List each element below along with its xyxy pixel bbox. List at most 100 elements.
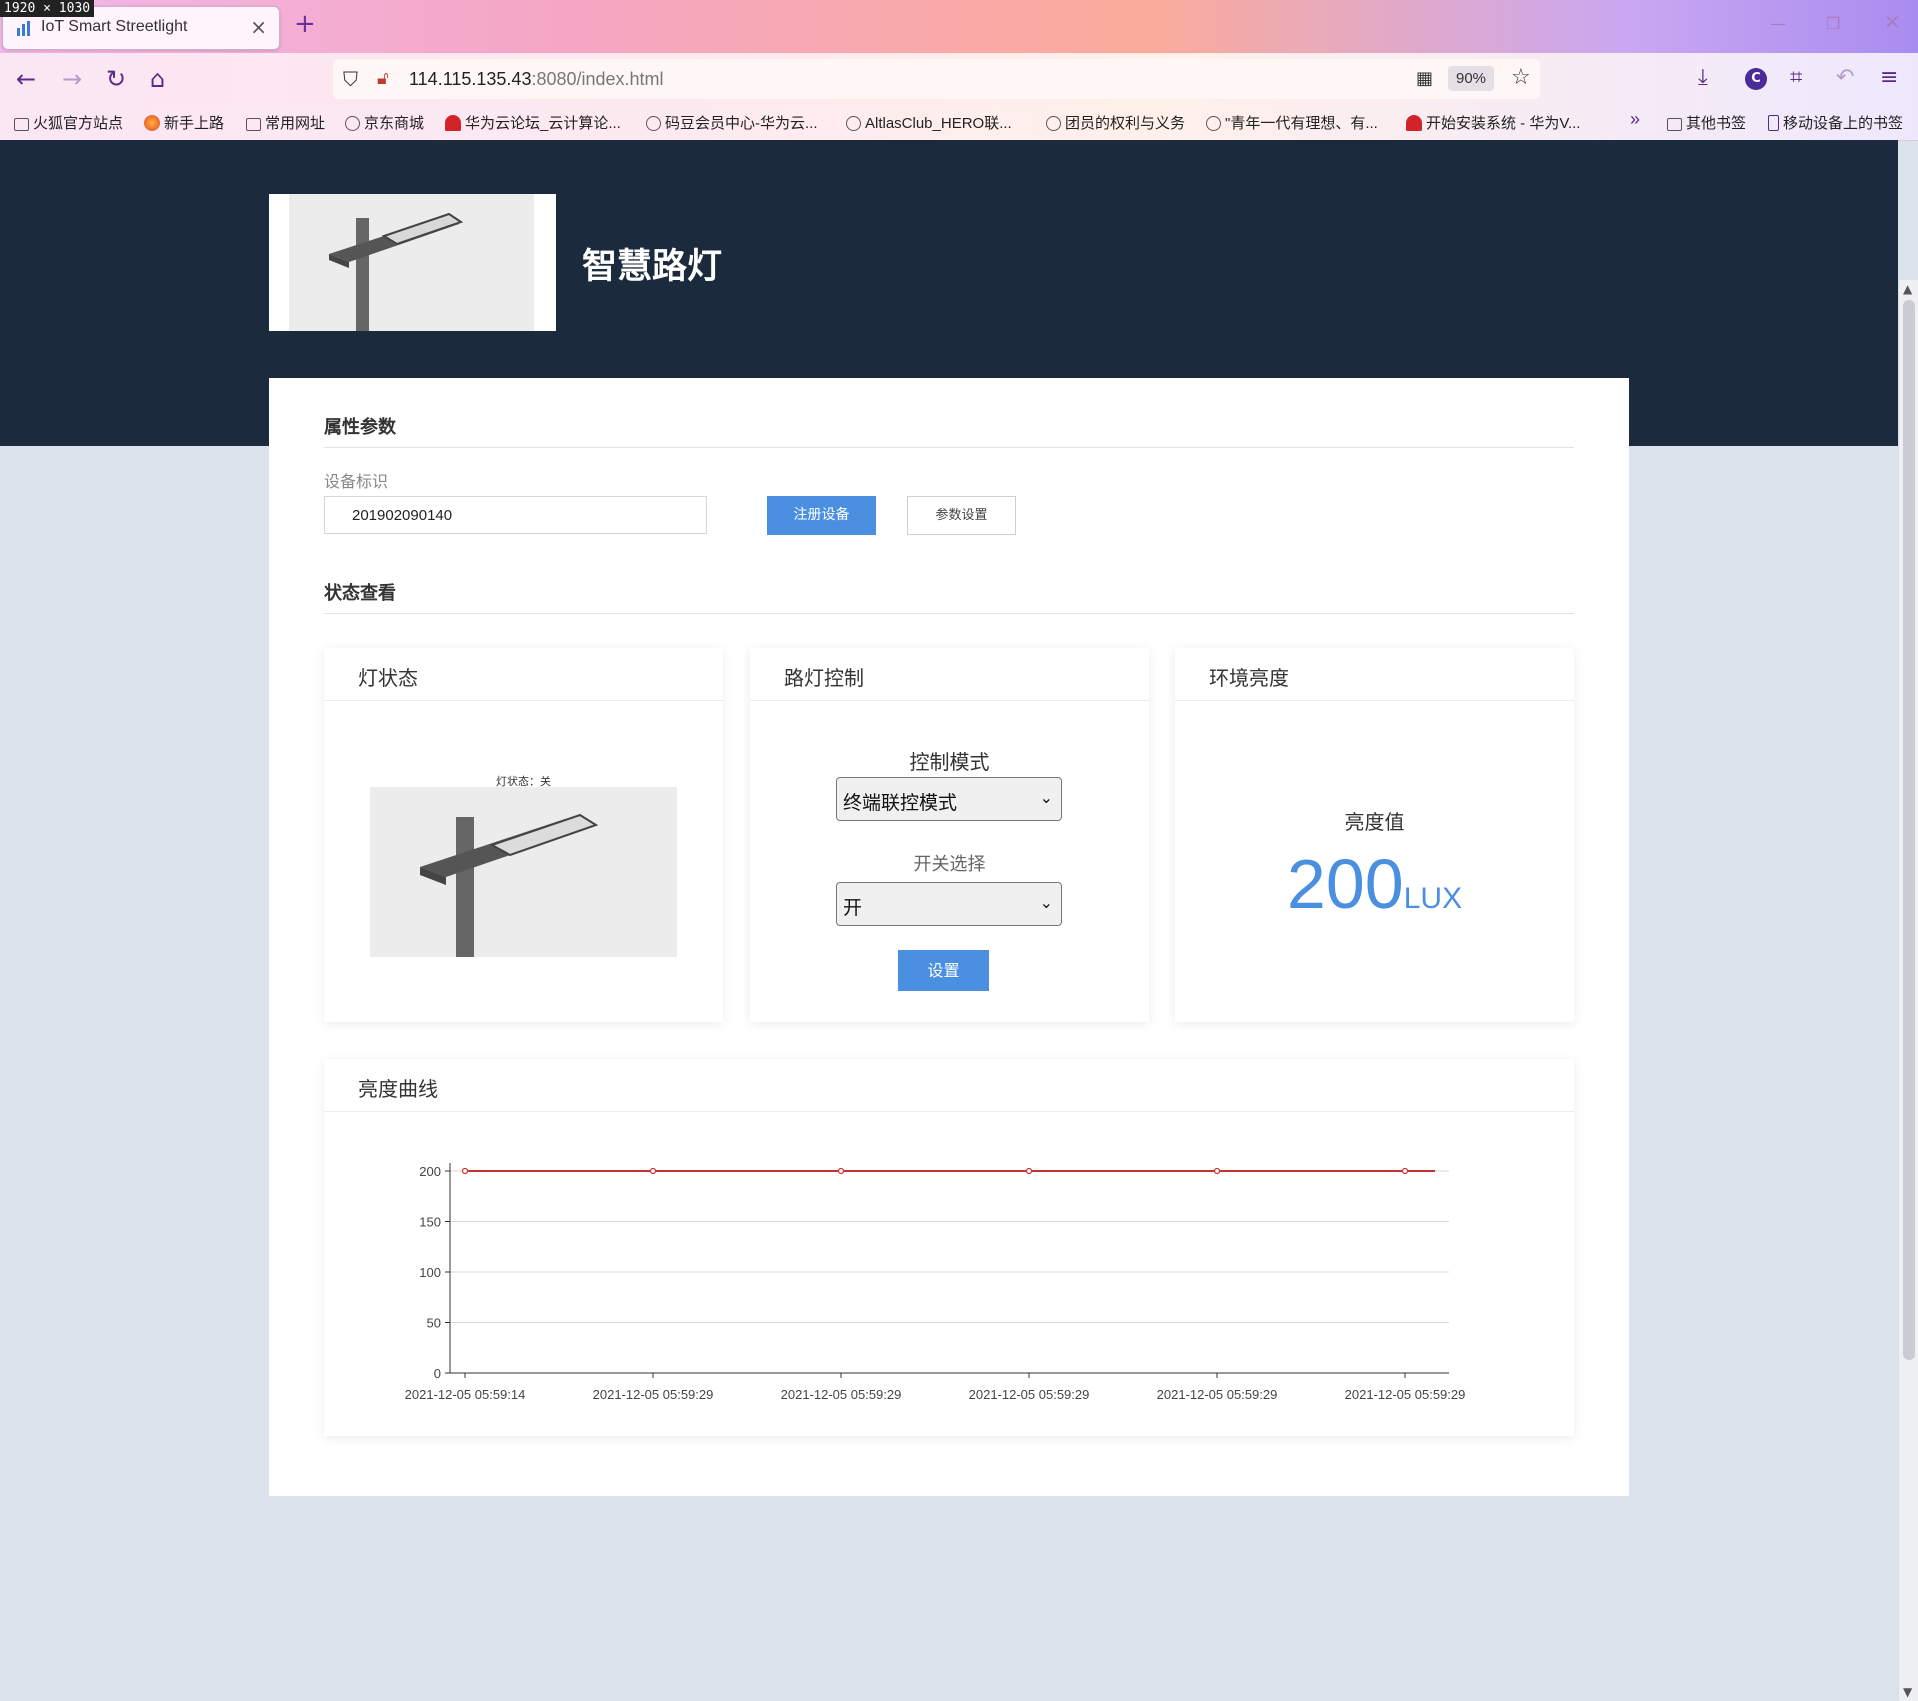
x-tick-label: 2021-12-05 05:59:29 [1157, 1387, 1278, 1402]
brightness-label: 亮度值 [1344, 810, 1405, 834]
y-tick-label: 150 [419, 1215, 441, 1230]
switch-select[interactable]: 开 ⌄ [836, 882, 1062, 926]
reload-icon[interactable]: ↻ [106, 65, 126, 93]
panel-title: 灯状态 [358, 666, 418, 690]
section-divider [324, 613, 1574, 614]
scroll-down-icon[interactable]: ▼ [1903, 1685, 1912, 1699]
huawei-icon [1406, 115, 1422, 131]
more-bookmarks-chevron-icon[interactable]: » [1630, 109, 1640, 130]
data-point [1025, 1167, 1033, 1175]
crop-screenshot-icon[interactable]: ⌗ [1790, 65, 1802, 90]
globe-icon [1206, 116, 1221, 131]
insecure-lock-icon[interactable]: 🔓︎ [377, 68, 389, 89]
folder-icon [246, 118, 261, 131]
minimize-icon[interactable]: — [1770, 14, 1786, 33]
folder-icon [14, 118, 29, 131]
bookmark-item[interactable]: AltlasClub_HERO联... [846, 112, 1012, 133]
other-bookmarks[interactable]: 其他书签 [1667, 112, 1746, 133]
tab-title: IoT Smart Streetlight [41, 18, 188, 35]
streetlight-image-icon [329, 212, 464, 331]
switch-select-label: 开关选择 [913, 854, 986, 875]
data-point [837, 1167, 845, 1175]
streetlight-logo [269, 194, 556, 331]
dimension-badge: 1920 × 1030 [0, 0, 95, 17]
bookmark-item[interactable]: 火狐官方站点 [14, 112, 123, 133]
lamp-status-panel: 灯状态 灯状态：关 [324, 648, 723, 1022]
firefox-icon [144, 115, 160, 131]
scroll-up-icon[interactable]: ▲ [1903, 282, 1912, 296]
data-point [1213, 1167, 1221, 1175]
panel-header: 环境亮度 [1175, 648, 1574, 701]
device-id-input[interactable]: 201902090140 [324, 496, 707, 534]
scrollbar-thumb[interactable] [1903, 300, 1915, 1360]
tab-bar: IoT Smart Streetlight × + — ❐ ✕ [0, 0, 1918, 53]
chevron-down-icon: ⌄ [1039, 788, 1053, 807]
home-icon[interactable]: ⌂ [150, 65, 165, 93]
bookmark-item[interactable]: 团员的权利与义务 [1046, 112, 1185, 133]
brightness-value: 200 [1286, 845, 1404, 923]
ambient-brightness-panel: 环境亮度 亮度值 200LUX [1175, 648, 1574, 1022]
url-bar[interactable]: ⛉ 🔓︎ 114.115.135.43:8080/index.html ▦ 90… [333, 59, 1540, 99]
bookmark-item[interactable]: 华为云论坛_云计算论... [445, 112, 621, 133]
register-device-button[interactable]: 注册设备 [767, 496, 876, 535]
y-tick-label: 0 [434, 1366, 441, 1381]
panel-header: 灯状态 [324, 648, 723, 701]
lamp-image [370, 787, 677, 957]
download-icon[interactable]: ⤓ [1698, 65, 1708, 90]
close-window-icon[interactable]: ✕ [1884, 10, 1901, 34]
x-tick-label: 2021-12-05 05:59:29 [1345, 1387, 1466, 1402]
account-avatar-icon[interactable]: C [1745, 68, 1767, 90]
parameter-settings-button[interactable]: 参数设置 [907, 496, 1016, 535]
forward-icon[interactable]: → [62, 65, 82, 93]
globe-icon [846, 116, 861, 131]
data-point [649, 1167, 657, 1175]
qr-code-icon[interactable]: ▦ [1416, 68, 1433, 89]
chevron-down-icon: ⌄ [1039, 893, 1053, 912]
panel-title: 路灯控制 [784, 666, 864, 690]
switch-value: 开 [843, 897, 863, 919]
bookmark-item[interactable]: 京东商城 [345, 112, 424, 133]
browser-frame: IoT Smart Streetlight × + — ❐ ✕ 1920 × 1… [0, 0, 1918, 141]
mobile-bookmarks[interactable]: 移动设备上的书签 [1768, 112, 1903, 133]
navigation-bar: ← → ↻ ⌂ ⛉ 🔓︎ 114.115.135.43:8080/index.h… [0, 53, 1918, 105]
back-icon[interactable]: ← [16, 65, 36, 93]
light-control-panel: 路灯控制 控制模式 终端联控模式 ⌄ 开关选择 开 ⌄ 设置 [750, 648, 1149, 1022]
y-tick-label: 100 [419, 1265, 441, 1280]
data-point [1401, 1167, 1409, 1175]
status-section-title: 状态查看 [324, 583, 396, 604]
undo-icon[interactable]: ↶ [1836, 65, 1854, 90]
brightness-line-chart: 0 50 100 150 200 2021-12-05 05:59:14 2021-12-0… [405, 1163, 1466, 1402]
set-button[interactable]: 设置 [898, 950, 989, 991]
control-mode-select[interactable]: 终端联控模式 ⌄ [836, 777, 1062, 821]
brightness-reading: 200LUX [1175, 844, 1574, 924]
section-divider [324, 447, 1574, 448]
menu-hamburger-icon[interactable]: ≡ [1880, 65, 1898, 90]
control-mode-label: 控制模式 [909, 750, 990, 774]
page-title: 智慧路灯 [582, 247, 723, 287]
x-tick-label: 2021-12-05 05:59:29 [969, 1387, 1090, 1402]
scrollbar[interactable]: ▲ ▼ [1898, 280, 1918, 1701]
star-bookmark-icon[interactable]: ☆ [1511, 65, 1531, 90]
data-point [461, 1167, 469, 1175]
chart-favicon-icon [17, 21, 30, 36]
close-tab-icon[interactable]: × [250, 15, 267, 39]
bookmarks-bar: 火狐官方站点 新手上路 常用网址 京东商城 华为云论坛_云计算论... 码豆会员… [0, 105, 1918, 141]
streetlight-image-icon [420, 813, 599, 957]
globe-icon [646, 116, 661, 131]
y-tick-label: 200 [419, 1164, 441, 1179]
globe-icon [345, 116, 360, 131]
url-text[interactable]: 114.115.135.43:8080/index.html [409, 69, 664, 90]
zoom-level[interactable]: 90% [1448, 66, 1494, 91]
bookmark-item[interactable]: 开始安装系统 - 华为V... [1406, 112, 1580, 133]
new-tab-icon[interactable]: + [294, 9, 316, 39]
bookmark-item[interactable]: 码豆会员中心-华为云... [646, 112, 818, 133]
huawei-icon [445, 115, 461, 131]
restore-icon[interactable]: ❐ [1826, 14, 1840, 33]
bookmark-item[interactable]: "青年一代有理想、有... [1206, 112, 1378, 133]
shield-icon[interactable]: ⛉ [343, 67, 358, 91]
folder-icon [1667, 118, 1682, 131]
mobile-device-icon [1768, 115, 1779, 131]
bookmark-item[interactable]: 常用网址 [246, 112, 325, 133]
device-id-label: 设备标识 [324, 472, 389, 491]
bookmark-item[interactable]: 新手上路 [144, 112, 224, 133]
